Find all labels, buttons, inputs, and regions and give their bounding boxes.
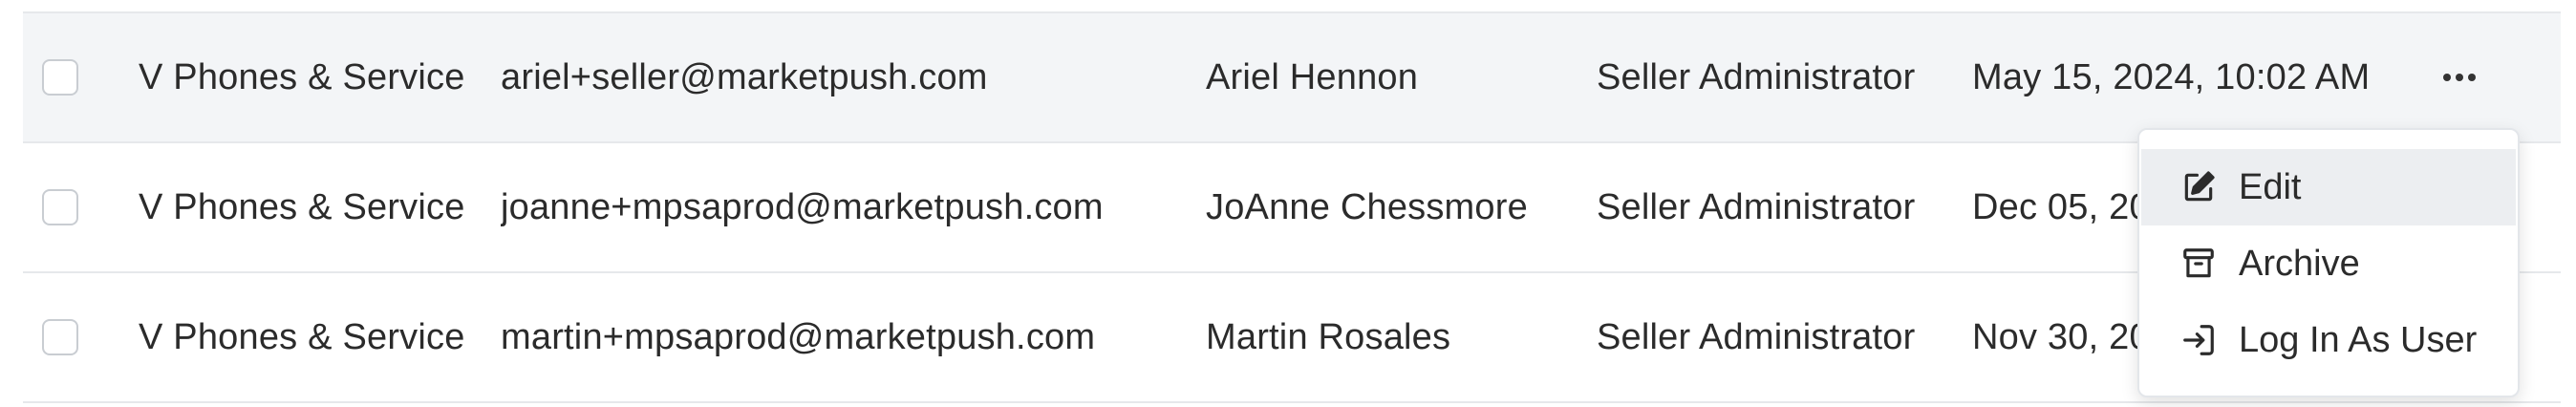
email-cell: martin+mpsaprod@marketpush.com — [501, 316, 1096, 357]
store-cell: V Phones & Service — [139, 56, 465, 97]
name-cell: Martin Rosales — [1206, 316, 1451, 357]
date-cell: May 15, 2024, 10:02 AM — [1972, 56, 2371, 97]
row-actions-menu: Edit Archive Log In As User — [2137, 128, 2520, 397]
row-checkbox[interactable] — [42, 189, 78, 225]
email-cell: ariel+seller@marketpush.com — [501, 56, 988, 97]
menu-item-login-as-user[interactable]: Log In As User — [2141, 302, 2516, 378]
role-cell: Seller Administrator — [1597, 186, 1916, 227]
store-cell: V Phones & Service — [139, 316, 465, 357]
name-cell: JoAnne Chessmore — [1206, 186, 1528, 227]
menu-item-label: Archive — [2239, 243, 2360, 284]
name-cell: Ariel Hennon — [1206, 56, 1419, 97]
role-cell: Seller Administrator — [1597, 56, 1916, 97]
archive-icon — [2179, 245, 2218, 283]
menu-item-label: Edit — [2239, 166, 2302, 207]
menu-item-label: Log In As User — [2239, 319, 2478, 360]
menu-item-edit[interactable]: Edit — [2141, 149, 2516, 225]
role-cell: Seller Administrator — [1597, 316, 1916, 357]
row-select-cell — [42, 273, 84, 401]
table-row[interactable]: V Phones & Service ariel+seller@marketpu… — [23, 11, 2561, 141]
row-checkbox[interactable] — [42, 59, 78, 96]
menu-item-archive[interactable]: Archive — [2141, 225, 2516, 302]
edit-icon — [2179, 168, 2218, 206]
email-cell: joanne+mpsaprod@marketpush.com — [501, 186, 1104, 227]
row-select-cell — [42, 143, 84, 271]
login-icon — [2179, 321, 2218, 359]
row-select-cell — [42, 13, 84, 141]
more-horizontal-icon — [2443, 74, 2476, 81]
store-cell: V Phones & Service — [139, 186, 465, 227]
row-checkbox[interactable] — [42, 319, 78, 355]
row-actions-button[interactable] — [2431, 13, 2488, 141]
